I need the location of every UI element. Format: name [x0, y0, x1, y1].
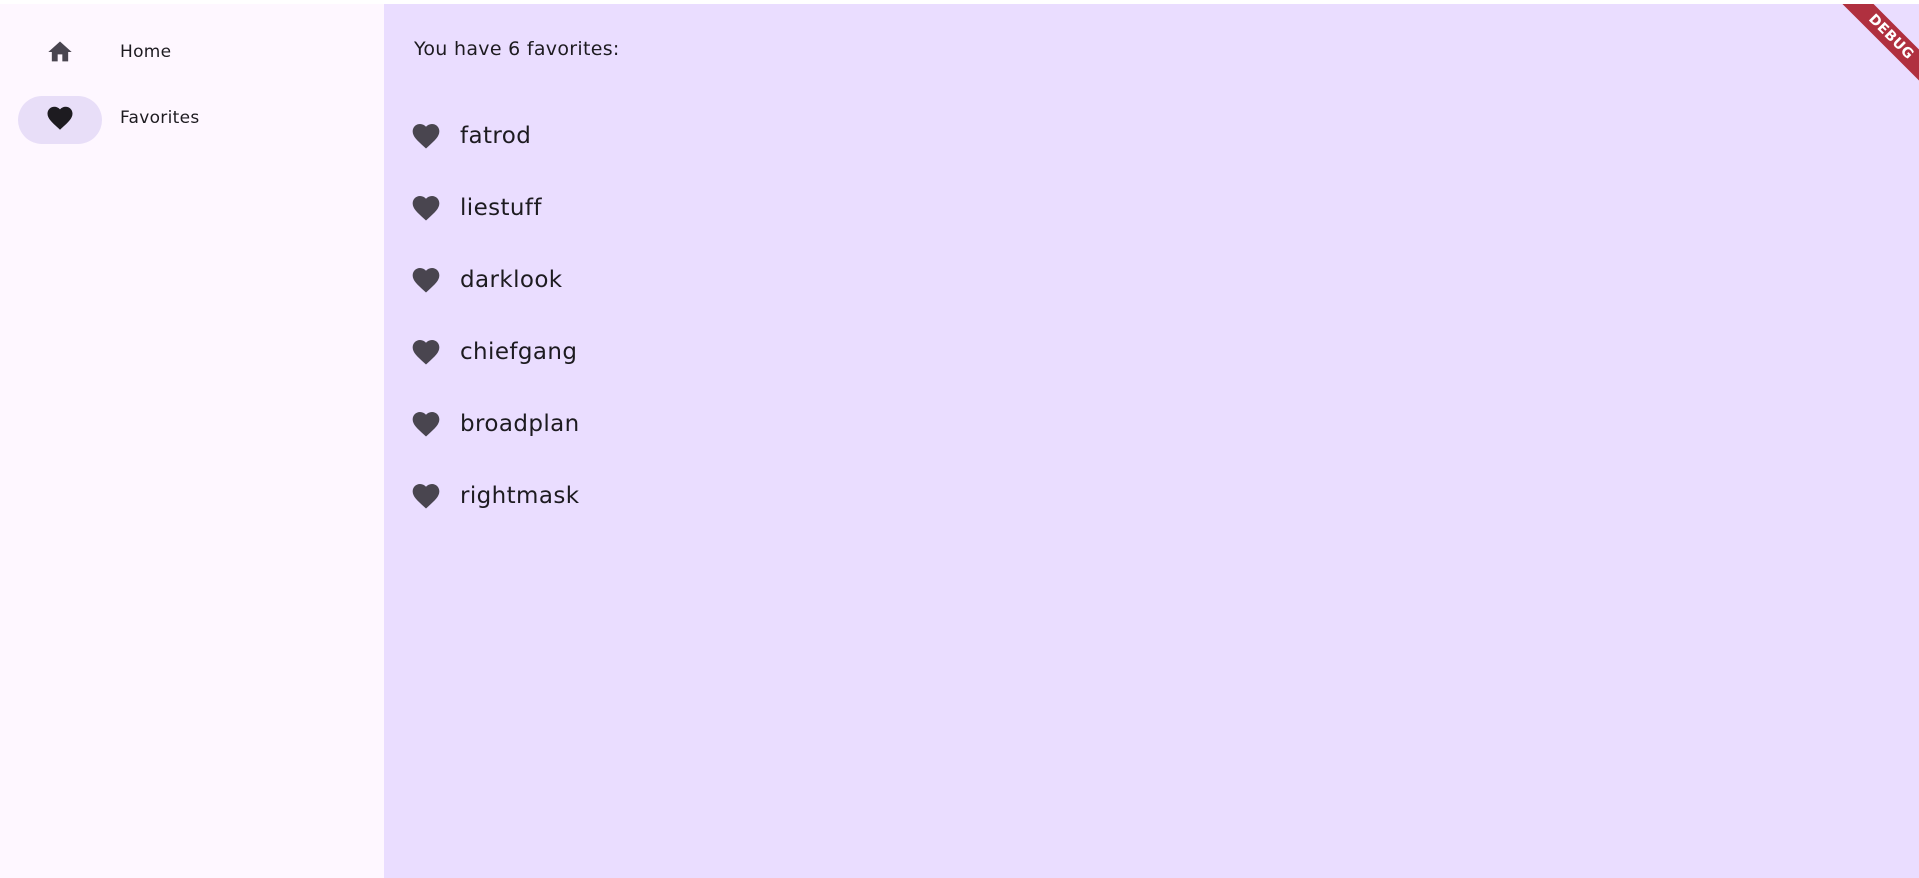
heart-icon: [410, 408, 442, 440]
list-item-label: fatrod: [460, 123, 532, 149]
heart-icon: [410, 264, 442, 296]
heart-icon: [410, 192, 442, 224]
nav-indicator-favorites: [18, 96, 102, 144]
app-window: Home Favorites You have 6 favorites: fat…: [0, 4, 1919, 878]
debug-banner: DEBUG: [1826, 4, 1919, 102]
list-item[interactable]: rightmask: [410, 460, 580, 532]
favorites-count-text: You have 6 favorites:: [414, 38, 620, 60]
list-item[interactable]: chiefgang: [410, 316, 580, 388]
list-item[interactable]: broadplan: [410, 388, 580, 460]
list-item[interactable]: fatrod: [410, 100, 580, 172]
list-item-label: chiefgang: [460, 339, 578, 365]
list-item[interactable]: darklook: [410, 244, 580, 316]
nav-item-favorites[interactable]: Favorites: [0, 90, 384, 146]
nav-indicator-home: [18, 30, 102, 78]
list-item-label: liestuff: [460, 195, 542, 221]
heart-icon: [44, 103, 76, 137]
list-item-label: broadplan: [460, 411, 580, 437]
list-item-label: darklook: [460, 267, 563, 293]
home-icon: [45, 38, 75, 70]
heart-icon: [410, 480, 442, 512]
nav-label-favorites: Favorites: [120, 108, 200, 128]
heart-icon: [410, 336, 442, 368]
list-item[interactable]: liestuff: [410, 172, 580, 244]
favorites-list: fatrod liestuff darklook chiefgang broad…: [410, 100, 580, 532]
favorites-page: You have 6 favorites: fatrod liestuff da…: [384, 4, 1919, 878]
nav-label-home: Home: [120, 42, 172, 62]
navigation-rail: Home Favorites: [0, 4, 384, 878]
heart-icon: [410, 120, 442, 152]
list-item-label: rightmask: [460, 483, 580, 509]
nav-item-home[interactable]: Home: [0, 24, 384, 80]
